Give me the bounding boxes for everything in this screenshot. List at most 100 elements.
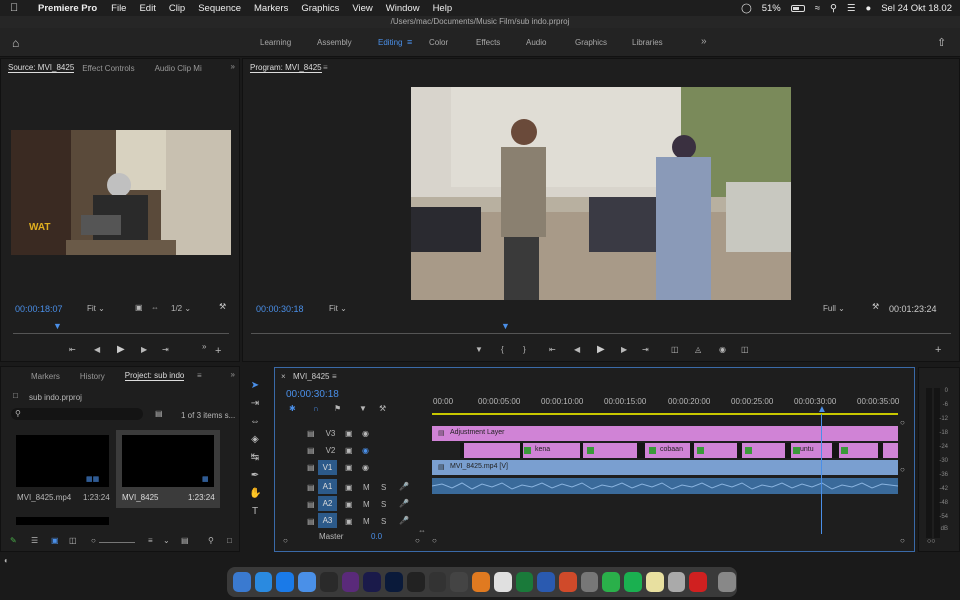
search-icon[interactable]: ⚲ (208, 536, 214, 545)
menu-sequence[interactable]: Sequence (198, 3, 241, 14)
adjustment-layer-clip[interactable]: ▤ Adjustment Layer (432, 426, 898, 441)
workspace-effects[interactable]: Effects (476, 38, 500, 47)
eye-icon[interactable]: ◉ (362, 429, 369, 438)
sync-lock-icon[interactable]: ▣ (345, 500, 353, 509)
tab-audio-clip-mixer[interactable]: Audio Clip Mi (155, 64, 202, 73)
go-to-out-icon[interactable]: ⇥ (642, 345, 649, 354)
panel-menu-icon[interactable]: ≡ (323, 63, 328, 72)
battery-icon[interactable] (790, 4, 805, 12)
sync-lock-icon[interactable]: ▣ (345, 463, 353, 472)
siri-icon[interactable]: ● (865, 3, 871, 14)
tab-program[interactable]: Program: MVI_8425 (250, 63, 322, 73)
trash-icon[interactable] (718, 572, 736, 592)
extract-icon[interactable]: ◬ (695, 345, 701, 354)
mute-button[interactable]: M (363, 483, 370, 492)
menu-clock[interactable]: Sel 24 Okt 18.02 (881, 3, 952, 14)
scroll-knob[interactable]: ○ (415, 536, 420, 545)
source-resolution-select[interactable]: 1/2 ⌄ (171, 304, 191, 313)
add-button-icon[interactable]: + (215, 345, 221, 357)
tab-history[interactable]: History (80, 372, 105, 381)
add-button-icon[interactable]: + (935, 344, 941, 356)
solo-button[interactable]: S (381, 517, 386, 526)
menu-markers[interactable]: Markers (254, 3, 288, 14)
horizontal-zoom-icon[interactable]: ⇔ (418, 526, 426, 535)
track-label-a3[interactable]: A3 (318, 513, 337, 528)
tab-markers[interactable]: Markers (31, 372, 60, 381)
app-icon[interactable] (319, 572, 338, 592)
spotify-icon[interactable] (624, 572, 642, 592)
more-panels-icon[interactable]: » (231, 62, 235, 71)
workspace-menu-icon[interactable]: ≡ (407, 37, 412, 47)
word-icon[interactable] (537, 572, 556, 592)
lock-icon[interactable]: ▤ (307, 500, 315, 509)
pen-tool-icon[interactable]: ✒ (249, 470, 261, 482)
app-store-icon[interactable] (276, 572, 295, 592)
apple-icon[interactable]:  (10, 2, 28, 14)
step-forward-icon[interactable]: ▶ (621, 345, 627, 354)
add-marker-icon[interactable]: ▼ (359, 404, 367, 413)
lift-icon[interactable]: ◫ (671, 345, 679, 354)
program-playhead[interactable]: ▼ (501, 321, 510, 331)
camera-icon[interactable]: ◉ (719, 345, 726, 354)
track-select-tool-icon[interactable]: ⇥ (249, 398, 261, 410)
time-ruler[interactable]: 00:00 00:00:05:00 00:00:10:00 00:00:15:0… (432, 394, 902, 415)
share-icon[interactable]: ⇧ (937, 36, 946, 49)
type-tool-icon[interactable]: T (249, 506, 261, 518)
davinci-icon[interactable] (341, 572, 360, 592)
lock-icon[interactable]: ▤ (307, 429, 315, 438)
step-back-icon[interactable]: ◀ (94, 345, 100, 354)
insert-icon[interactable]: ⇔ (151, 303, 159, 312)
selection-tool-icon[interactable]: ➤ (249, 380, 261, 392)
video-clip[interactable]: ▤ MVI_8425.mp4 [V] (432, 460, 898, 475)
lock-icon[interactable]: ▤ (307, 463, 315, 472)
lock-icon[interactable]: ▤ (307, 517, 315, 526)
safari-icon[interactable] (254, 572, 273, 592)
mark-out-icon[interactable]: } (523, 345, 526, 354)
scroll-knob[interactable]: ○ (900, 536, 905, 545)
spotlight-search-icon[interactable]: ⚲ (830, 3, 837, 14)
more-controls-icon[interactable]: » (202, 342, 206, 351)
mark-in-icon[interactable]: { (501, 345, 504, 354)
audio-clip[interactable] (432, 478, 898, 494)
automate-to-sequence-icon[interactable]: ▤ (181, 536, 189, 545)
menu-graphics[interactable]: Graphics (301, 3, 339, 14)
adobe-icon[interactable] (689, 572, 708, 592)
app-icon[interactable] (428, 572, 447, 592)
sync-lock-icon[interactable]: ▣ (345, 517, 353, 526)
add-marker-icon[interactable]: ▼ (475, 345, 483, 354)
workspace-audio[interactable]: Audio (526, 38, 546, 47)
mute-button[interactable]: M (363, 500, 370, 509)
scroll-knob[interactable]: ○ (900, 465, 905, 474)
control-center-icon[interactable]: ☰ (847, 3, 856, 14)
source-fit-select[interactable]: Fit ⌄ (87, 304, 105, 313)
menu-help[interactable]: Help (433, 3, 453, 14)
zoom-slider-track[interactable] (99, 542, 135, 543)
microphone-icon[interactable]: 🎤 (399, 499, 409, 508)
eye-icon[interactable]: ◉ (362, 446, 369, 455)
microphone-icon[interactable]: 🎤 (399, 482, 409, 491)
workspace-color[interactable]: Color (429, 38, 448, 47)
sync-lock-icon[interactable]: ▣ (345, 446, 353, 455)
eye-icon[interactable]: ◉ (362, 463, 369, 472)
hand-tool-icon[interactable]: ✋ (249, 488, 261, 500)
ripple-edit-tool-icon[interactable]: ⇔ (249, 416, 261, 428)
freeform-view-icon[interactable]: ◫ (69, 536, 77, 545)
microphone-icon[interactable]: 🎤 (399, 516, 409, 525)
project-item[interactable]: ▦▦ MVI_8425.mp4 1:23:24 (11, 430, 115, 508)
tab-sequence[interactable]: MVI_8425 (293, 372, 329, 381)
workspace-graphics[interactable]: Graphics (575, 38, 607, 47)
step-forward-icon[interactable]: ▶ (141, 345, 147, 354)
solo-button[interactable]: S (381, 483, 386, 492)
chevron-down-icon[interactable]: ⌄ (163, 536, 170, 545)
list-view-icon[interactable]: ☰ (31, 536, 38, 545)
home-icon[interactable]: ⌂ (12, 36, 19, 50)
close-tab-icon[interactable]: × (281, 372, 286, 381)
menu-file[interactable]: File (111, 3, 126, 14)
comparison-view-icon[interactable]: ◫ (741, 345, 749, 354)
timeline-timecode[interactable]: 00:00:30:18 (286, 389, 339, 400)
play-icon[interactable]: ▶ (117, 344, 125, 355)
settings-wrench-icon[interactable]: ⚒ (872, 302, 879, 311)
program-timecode[interactable]: 00:00:30:18 (256, 304, 304, 314)
tab-project[interactable]: Project: sub indo (124, 371, 185, 381)
notes-icon[interactable] (645, 572, 664, 592)
